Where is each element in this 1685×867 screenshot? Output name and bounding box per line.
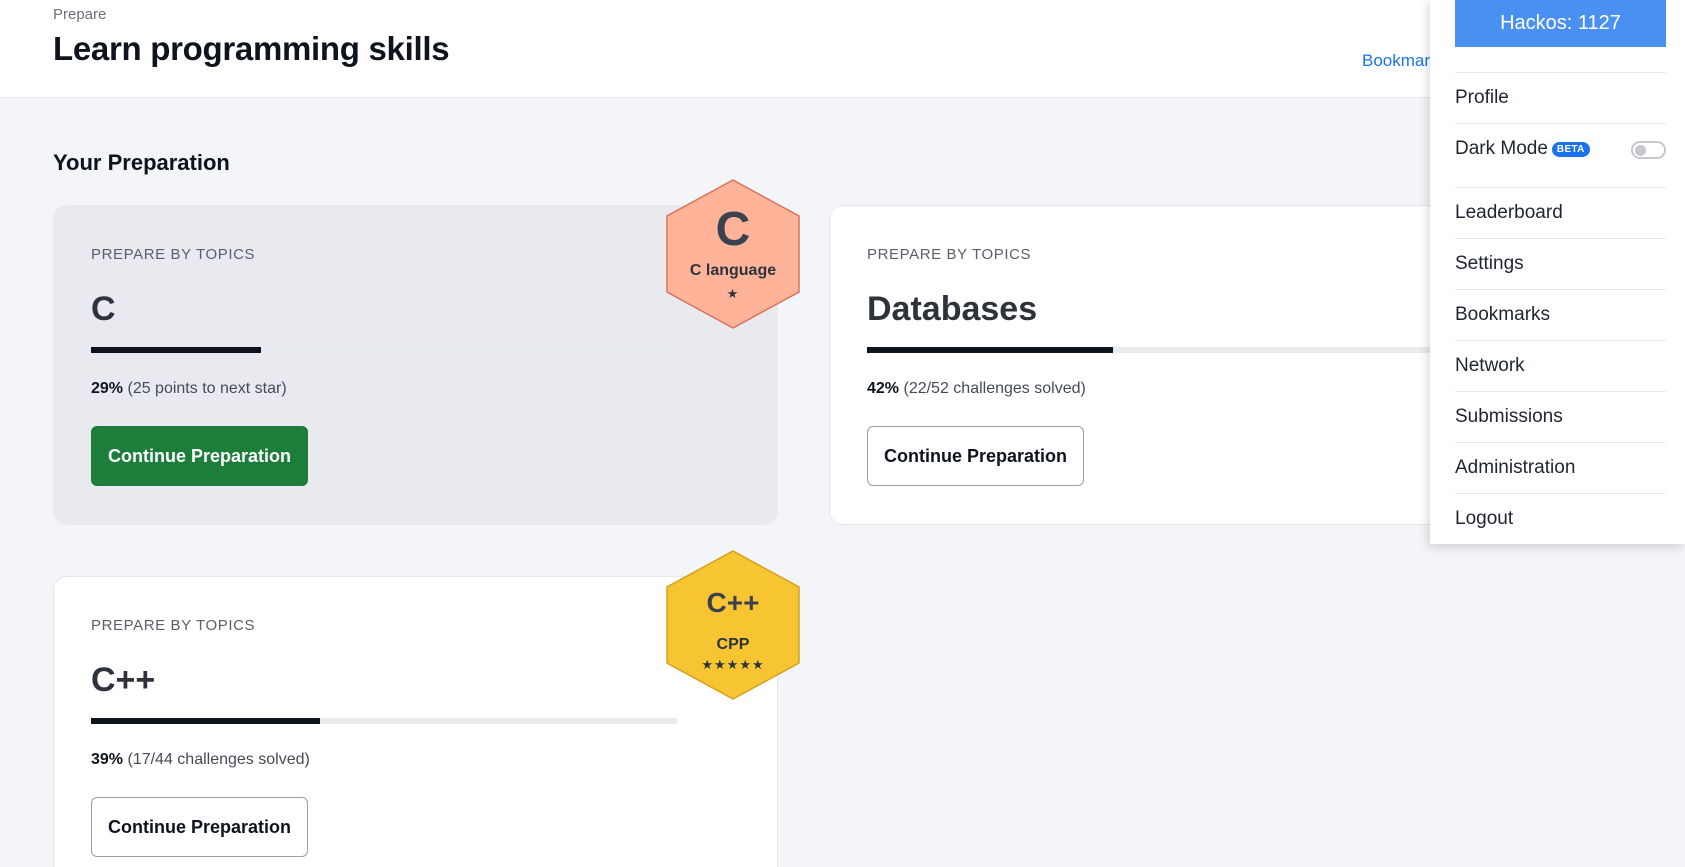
continue-preparation-button[interactable]: Continue Preparation <box>91 426 309 486</box>
c-language-badge[interactable]: C C language ★ <box>664 178 802 330</box>
progress-stat: 42% (22/52 challenges solved) <box>867 380 1086 398</box>
bookmarks-link[interactable]: Bookmar <box>1362 51 1430 71</box>
menu-item-label: Network <box>1455 355 1525 376</box>
card-title: C++ <box>91 661 156 699</box>
cpp-badge[interactable]: C++ CPP ★★★★★ <box>664 549 802 701</box>
menu-item-bookmarks[interactable]: Bookmarks <box>1455 289 1666 340</box>
card-kicker: PREPARE BY TOPICS <box>867 246 1032 263</box>
progress-detail: (17/44 challenges solved) <box>127 751 310 768</box>
stars-icon: ★★★★★ <box>701 657 765 672</box>
card-title: Databases <box>867 290 1038 328</box>
beta-badge: BETA <box>1551 141 1590 157</box>
progress-fill <box>91 718 320 724</box>
section-title: Your Preparation <box>53 150 230 175</box>
toggle-knob <box>1635 145 1646 156</box>
hexagon-badge-icon <box>666 550 800 700</box>
badge-name: C language <box>689 262 777 279</box>
menu-item-label: Submissions <box>1455 406 1563 427</box>
menu-item-logout[interactable]: Logout <box>1455 493 1666 544</box>
menu-item-submissions[interactable]: Submissions <box>1455 391 1666 442</box>
menu-item-profile[interactable]: Profile <box>1455 72 1666 123</box>
progress-percent: 39% <box>91 751 124 768</box>
progress-track <box>91 347 677 353</box>
progress-track <box>91 718 677 724</box>
star-icon: ★ <box>726 286 740 301</box>
progress-stat: 39% (17/44 challenges solved) <box>91 751 310 769</box>
menu-item-label: Administration <box>1455 457 1576 478</box>
progress-detail: (25 points to next star) <box>127 380 287 397</box>
menu-item-label: Settings <box>1455 253 1524 274</box>
hackos-count[interactable]: Hackos: 1127 <box>1455 0 1666 47</box>
menu-item-label: Dark Mode <box>1455 138 1548 159</box>
progress-track <box>867 347 1453 353</box>
menu-item-leaderboard[interactable]: Leaderboard <box>1455 187 1666 238</box>
badge-letter: C++ <box>706 587 760 618</box>
progress-percent: 29% <box>91 380 124 397</box>
continue-preparation-button[interactable]: Continue Preparation <box>867 426 1085 486</box>
card-title: C <box>91 290 116 328</box>
progress-detail: (22/52 challenges solved) <box>903 380 1086 397</box>
menu-item-label: Logout <box>1455 508 1514 529</box>
progress-fill <box>867 347 1114 353</box>
menu-item-settings[interactable]: Settings <box>1455 238 1666 289</box>
user-dropdown-menu: Hackos: 1127 Profile Dark Mode BETA Lead… <box>1430 0 1685 544</box>
menu-item-label: Profile <box>1455 87 1509 108</box>
progress-percent: 42% <box>867 380 900 397</box>
menu-item-network[interactable]: Network <box>1455 340 1666 391</box>
progress-fill <box>91 347 261 353</box>
menu-item-dark-mode[interactable]: Dark Mode BETA <box>1455 123 1666 174</box>
badge-name: CPP <box>716 636 750 653</box>
menu-item-administration[interactable]: Administration <box>1455 442 1666 493</box>
dark-mode-toggle[interactable] <box>1631 141 1666 159</box>
card-kicker: PREPARE BY TOPICS <box>91 246 256 263</box>
progress-stat: 29% (25 points to next star) <box>91 380 287 398</box>
card-kicker: PREPARE BY TOPICS <box>91 617 256 634</box>
breadcrumb[interactable]: Prepare <box>53 6 106 23</box>
badge-letter: C <box>715 203 751 256</box>
menu-item-label: Bookmarks <box>1455 304 1551 325</box>
continue-preparation-button[interactable]: Continue Preparation <box>91 797 309 857</box>
page-title: Learn programming skills <box>53 30 450 67</box>
menu-item-label: Leaderboard <box>1455 202 1563 223</box>
